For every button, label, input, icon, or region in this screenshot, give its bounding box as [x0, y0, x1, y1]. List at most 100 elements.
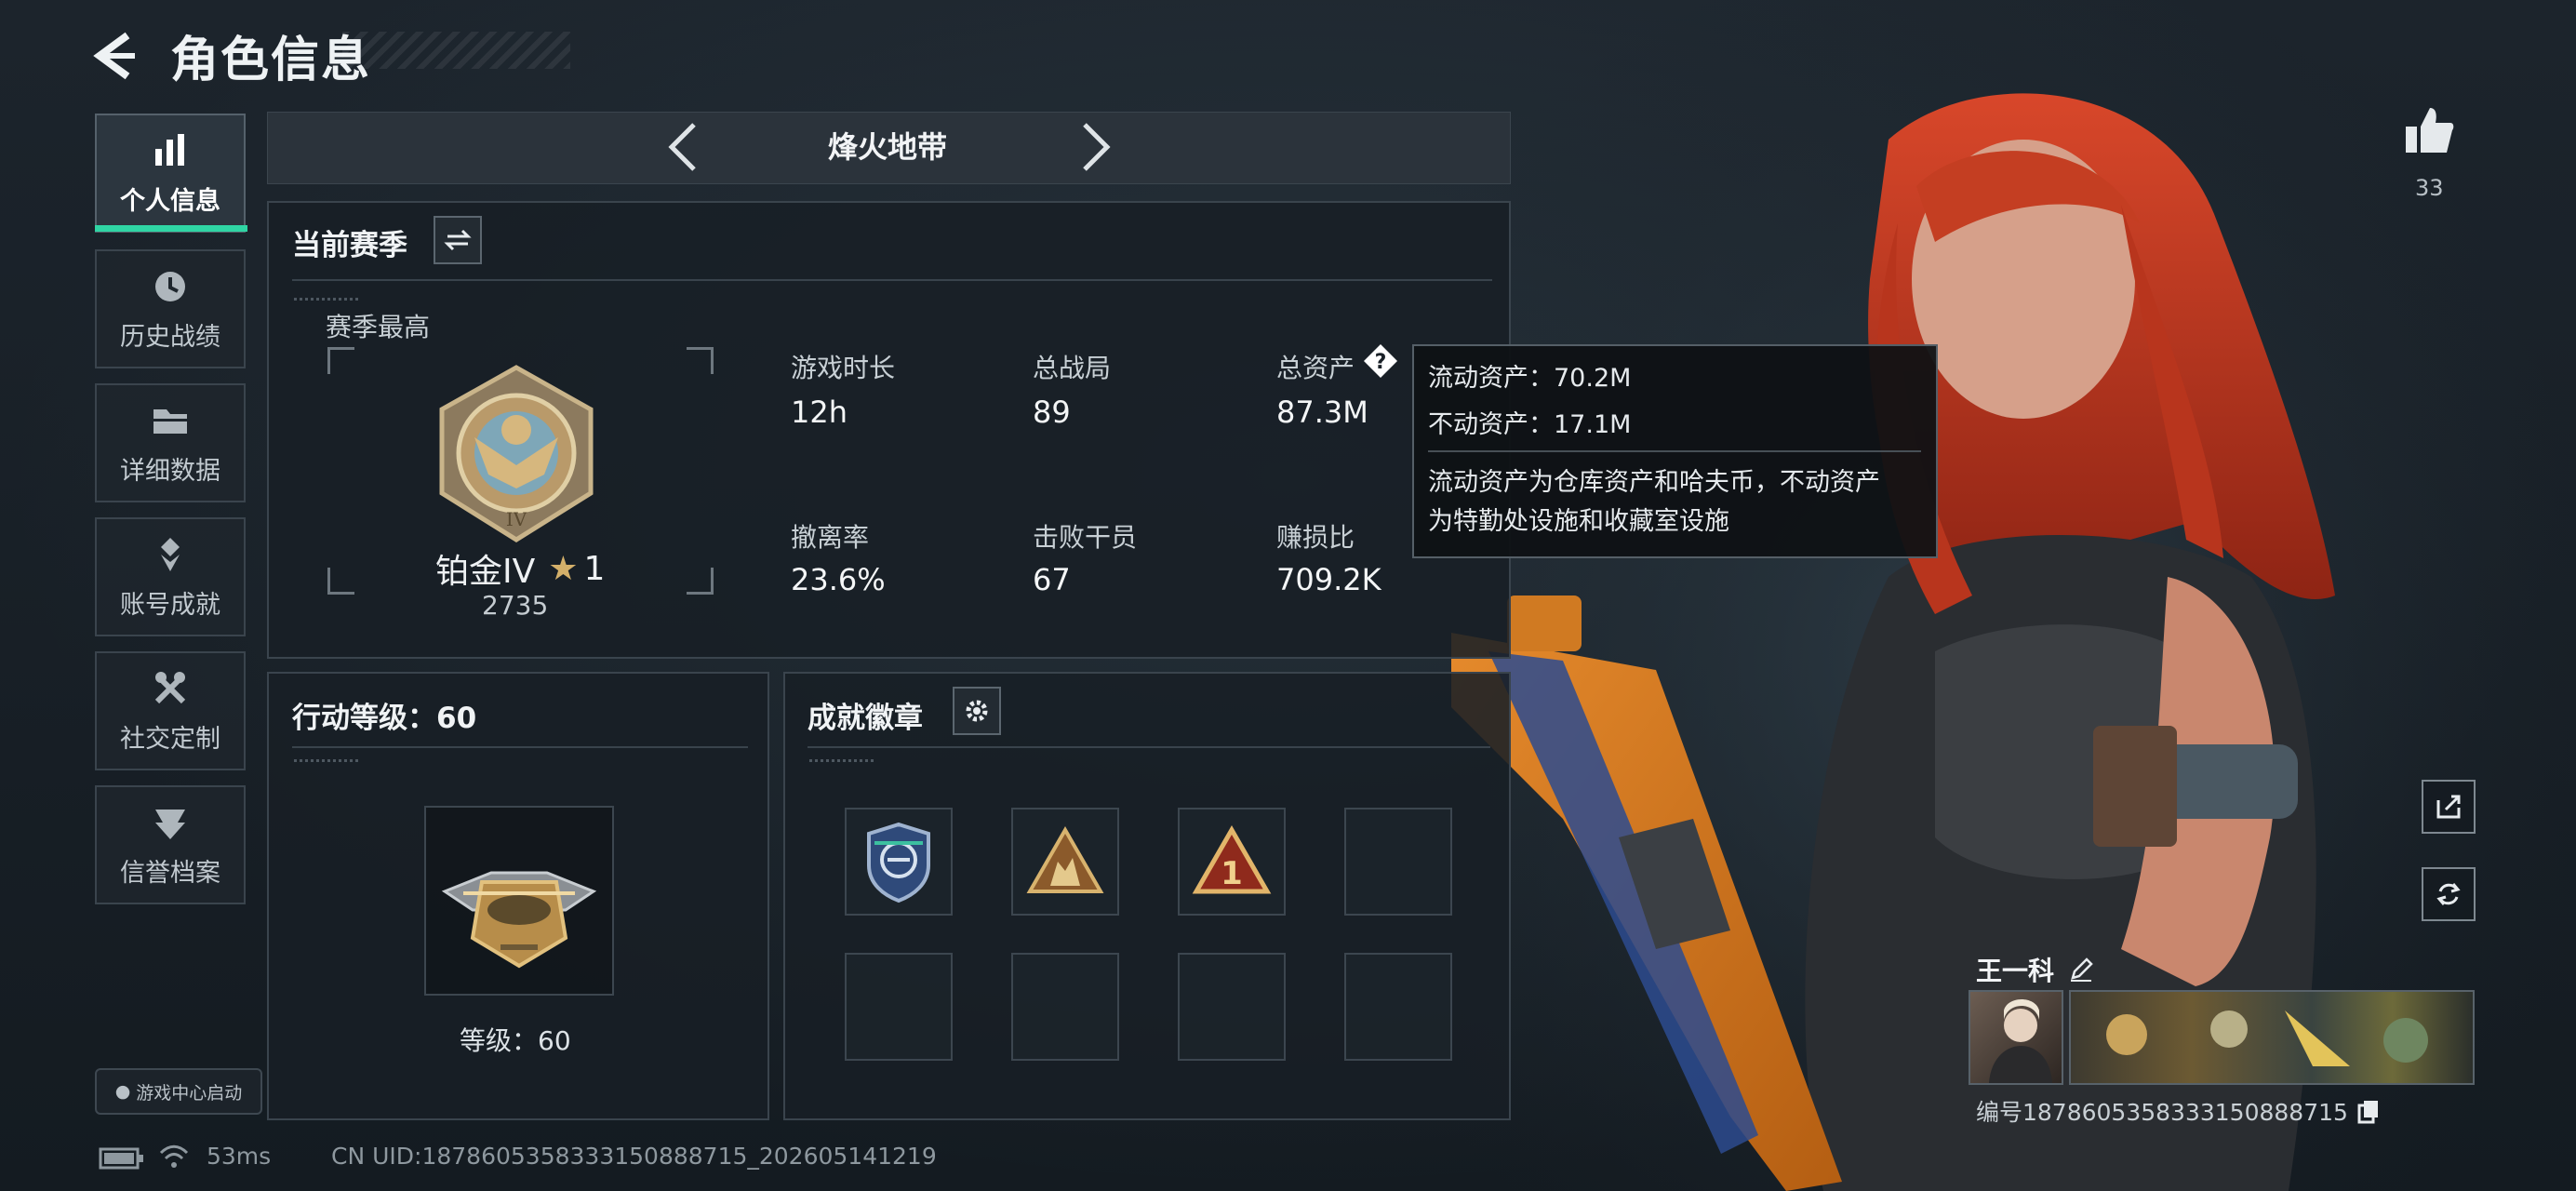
soldiers-triangle-badge-icon — [1026, 825, 1104, 893]
bar-chart-icon — [155, 133, 184, 166]
action-level-title: 行动等级：60 — [292, 702, 477, 735]
stat-value: 89 — [1033, 395, 1071, 430]
divider — [1428, 450, 1921, 452]
shield-rank-icon — [155, 809, 185, 839]
number-one-triangle-badge-icon: 1 — [1192, 824, 1272, 894]
level-caption: 等级：60 — [460, 1025, 571, 1056]
rank-score: 2735 — [482, 590, 549, 621]
stat-label: 击败干员 — [1033, 522, 1138, 553]
stat-value: 12h — [791, 395, 848, 430]
qq-icon: ● — [114, 1081, 131, 1102]
sidebar-item-achievements[interactable]: 账号成就 — [95, 517, 246, 636]
stat-value: 709.2K — [1276, 562, 1381, 597]
copy-icon[interactable] — [2356, 1098, 2382, 1124]
frame-corner — [687, 347, 714, 374]
sidebar-item-personal-info[interactable]: 个人信息 — [95, 114, 246, 233]
stat-label: 总战局 — [1033, 353, 1112, 383]
stat-value: 23.6% — [791, 562, 886, 597]
avatar-portrait-icon — [1989, 999, 2052, 1083]
sidebar-item-label: 账号成就 — [120, 590, 220, 620]
sidebar-item-social[interactable]: 社交定制 — [95, 651, 246, 770]
rank-name-row: 铂金IV ★ 1 — [435, 544, 605, 593]
badge-settings-button[interactable] — [953, 687, 1001, 735]
decoration — [294, 759, 359, 762]
wifi-icon — [159, 1144, 189, 1168]
battery-icon — [99, 1147, 143, 1170]
mode-title: 烽火地带 — [828, 129, 948, 165]
badge-slot-empty[interactable] — [1344, 953, 1452, 1061]
decoration — [294, 298, 359, 301]
sidebar-item-label: 历史战绩 — [120, 322, 220, 352]
badge-slot-empty[interactable] — [1344, 808, 1452, 916]
edit-pencil-icon[interactable] — [2067, 956, 2095, 984]
folder-icon — [153, 408, 187, 434]
stat-label: 总资产 — [1276, 353, 1355, 383]
sidebar-item-label: 社交定制 — [120, 724, 220, 754]
season-switch-button[interactable] — [434, 216, 482, 264]
banner-art-icon — [2106, 1010, 2428, 1066]
badge-slot[interactable]: 1 — [1178, 808, 1286, 916]
season-best-label: 赛季最高 — [326, 312, 431, 342]
badge-slot[interactable] — [1011, 808, 1119, 916]
stat-value: 87.3M — [1276, 395, 1368, 430]
refresh-icon — [2436, 883, 2461, 905]
platinum-rank-emblem-icon: IV — [439, 365, 594, 542]
helicopter-level-badge-icon — [441, 871, 597, 969]
sidebar-item-label: 信誉档案 — [120, 858, 220, 888]
thumbs-up-icon[interactable] — [2402, 104, 2456, 158]
like-count: 33 — [2415, 175, 2444, 201]
achievement-medal-icon — [161, 537, 180, 571]
player-id: 编号1878605358333150888715 — [1976, 1099, 2348, 1126]
stat-value: 67 — [1033, 562, 1071, 597]
player-name: 王一科 — [1976, 956, 2055, 986]
back-arrow-icon[interactable] — [88, 28, 144, 84]
game-center-launch-badge: ● 游戏中心启动 — [95, 1068, 262, 1115]
sidebar-item-history[interactable]: 历史战绩 — [95, 249, 246, 368]
prev-mode-arrow-icon[interactable] — [662, 119, 703, 175]
tools-icon — [154, 671, 186, 703]
divider — [808, 746, 1490, 748]
share-button[interactable] — [2422, 780, 2476, 834]
uid-text: CN UID:1878605358333150888715_2026051412… — [331, 1143, 937, 1170]
rank-stars: 1 — [583, 549, 606, 588]
tooltip-liquid-assets: 流动资产：70.2M — [1428, 364, 1632, 393]
badge-slot[interactable] — [845, 808, 953, 916]
decoration — [809, 759, 874, 762]
active-indicator — [95, 225, 247, 232]
frame-corner — [327, 568, 354, 595]
sidebar-item-label: 个人信息 — [120, 186, 220, 216]
sidebar-item-credit[interactable]: 信誉档案 — [95, 785, 246, 904]
player-avatar[interactable] — [1969, 990, 2063, 1085]
achievement-badges-title: 成就徽章 — [808, 702, 923, 735]
asset-tooltip: 流动资产：70.2M 不动资产：17.1M 流动资产为仓库资产和哈夫币，不动资产… — [1412, 344, 1938, 558]
title-decoration — [342, 32, 570, 69]
frame-corner — [327, 347, 354, 374]
badge-slot-empty[interactable] — [1178, 953, 1286, 1061]
season-title: 当前赛季 — [292, 229, 407, 262]
player-name-row: 王一科 — [1976, 951, 2095, 988]
svg-text:?: ? — [1375, 351, 1387, 374]
svg-text:IV: IV — [506, 508, 527, 530]
star-icon: ★ — [548, 549, 579, 588]
tooltip-description: 流动资产为仓库资产和哈夫币，不动资产 — [1428, 468, 1880, 497]
stat-label: 赚损比 — [1276, 522, 1355, 553]
frame-corner — [687, 568, 714, 595]
badge-slot-empty[interactable] — [1011, 953, 1119, 1061]
player-banner[interactable] — [2069, 990, 2475, 1085]
rank-name: 铂金IV — [435, 553, 536, 591]
divider — [292, 746, 748, 748]
sidebar-item-detail-data[interactable]: 详细数据 — [95, 383, 246, 502]
share-icon — [2436, 795, 2461, 819]
launch-label: 游戏中心启动 — [136, 1082, 243, 1104]
blue-shield-badge-icon — [867, 822, 930, 903]
tooltip-fixed-assets: 不动资产：17.1M — [1428, 410, 1632, 439]
badge-slot-empty[interactable] — [845, 953, 953, 1061]
stat-label: 撤离率 — [791, 522, 870, 553]
refresh-button[interactable] — [2422, 867, 2476, 921]
next-mode-arrow-icon[interactable] — [1075, 119, 1116, 175]
page-title: 角色信息 — [170, 33, 372, 88]
history-clock-icon — [155, 271, 185, 301]
tooltip-description: 为特勤处设施和收藏室设施 — [1428, 507, 1729, 536]
level-emblem-frame — [424, 806, 614, 996]
help-icon[interactable]: ? — [1362, 342, 1399, 380]
